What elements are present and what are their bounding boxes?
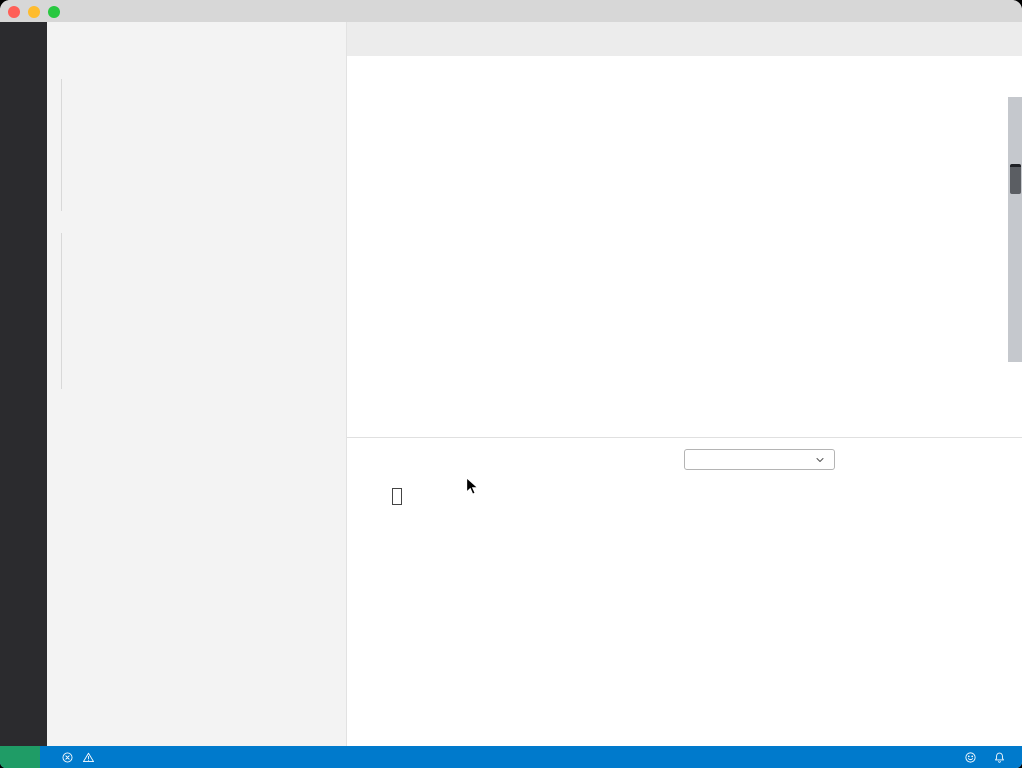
titlebar xyxy=(0,0,1022,23)
code-editor[interactable] xyxy=(347,78,1022,437)
warning-triangle-icon xyxy=(82,751,95,764)
zoom-window-button[interactable] xyxy=(48,6,60,18)
indent-guide xyxy=(61,233,62,389)
editor-scrollbar[interactable] xyxy=(1008,97,1022,362)
minimap[interactable] xyxy=(935,79,1007,121)
scrollbar-thumb[interactable] xyxy=(1010,164,1021,194)
minimize-window-button[interactable] xyxy=(28,6,40,18)
notifications-bell-icon[interactable] xyxy=(985,751,1014,764)
explorer-sidebar xyxy=(47,22,347,746)
chevron-down-icon xyxy=(814,454,826,466)
activity-bar xyxy=(0,22,47,746)
problems-status[interactable] xyxy=(54,751,106,764)
indent-guide xyxy=(61,79,62,211)
feedback-smiley-icon[interactable] xyxy=(956,751,985,764)
breadcrumb xyxy=(347,56,1022,78)
terminal-select[interactable] xyxy=(684,449,835,470)
error-circle-icon xyxy=(61,751,74,764)
terminal-panel xyxy=(347,437,1022,746)
traffic-lights xyxy=(8,6,60,18)
terminal-cursor xyxy=(392,488,402,505)
remote-indicator[interactable] xyxy=(0,746,40,768)
vscode-window xyxy=(0,0,1022,768)
status-bar xyxy=(0,746,1022,768)
close-window-button[interactable] xyxy=(8,6,20,18)
explorer-header xyxy=(47,22,346,57)
terminal-prompt[interactable] xyxy=(367,488,402,505)
editor-region xyxy=(347,22,1022,746)
tab-bar xyxy=(347,22,1022,56)
